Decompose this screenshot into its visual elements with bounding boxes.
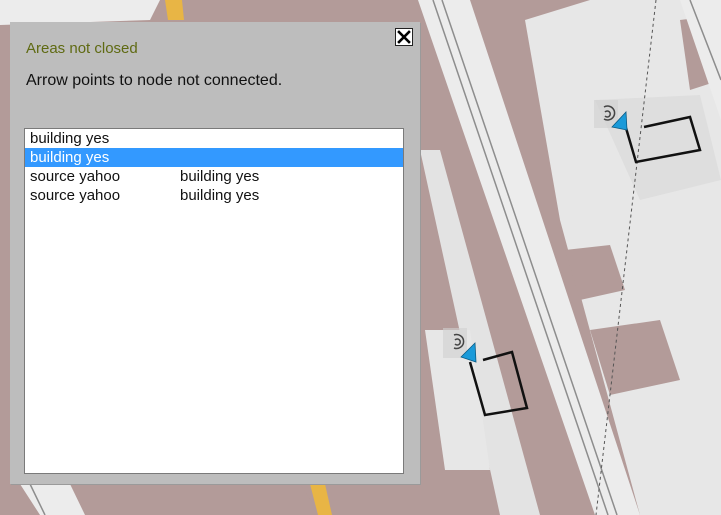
close-icon — [397, 30, 411, 44]
list-item-tag-2: building yes — [180, 168, 260, 185]
way-list[interactable]: building yes building yes source yahoo b… — [24, 128, 404, 474]
close-button[interactable] — [395, 28, 413, 46]
validation-dialog: Areas not closed Arrow points to node no… — [10, 22, 420, 484]
list-item[interactable]: source yahoo building yes — [25, 167, 403, 186]
list-item-tag-2: building yes — [180, 187, 260, 204]
list-item[interactable]: source yahoo building yes — [25, 186, 403, 205]
dialog-message: Arrow points to node not connected. — [26, 72, 283, 89]
list-item-tag: building yes — [30, 149, 110, 166]
dialog-title: Areas not closed — [26, 40, 138, 57]
list-item-tag: source yahoo — [30, 168, 121, 185]
list-item-tag: building yes — [30, 130, 110, 147]
list-item-selected[interactable]: building yes — [25, 148, 403, 167]
list-item[interactable]: building yes — [25, 129, 403, 148]
list-item-tag: source yahoo — [30, 187, 121, 204]
